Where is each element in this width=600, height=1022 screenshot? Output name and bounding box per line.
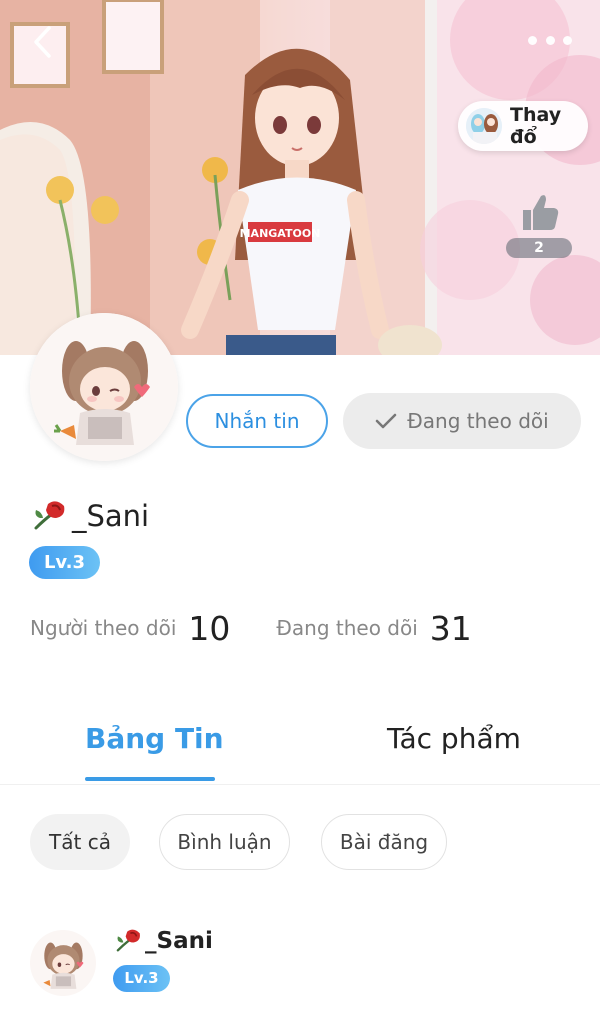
banner-illustration: MANGATOON [0,0,600,355]
shirt-logo: MANGATOON [240,227,321,240]
change-outfit-button[interactable]: Thay đổ [458,101,588,151]
following-button-label: Đang theo dõi [407,409,549,433]
message-button[interactable]: Nhắn tin [186,394,328,448]
profile-avatar[interactable] [30,313,178,461]
more-dot [563,35,572,45]
back-button[interactable] [22,22,62,62]
post-author-row[interactable]: _Sani [113,925,213,957]
following-count-label[interactable]: Đang theo dõi [276,616,417,640]
username: _Sani [72,499,150,533]
more-dot [545,35,555,45]
more-dot [528,35,537,45]
post-author-avatar[interactable] [30,930,96,996]
rose-icon [116,929,140,952]
following-button[interactable]: Đang theo dõi [343,393,581,449]
change-outfit-label: Thay đổ [510,104,562,148]
level-badge: Lv.3 [29,546,100,579]
tab-feed[interactable]: Bảng Tin [85,722,224,755]
like-button[interactable]: 2 [506,190,572,260]
follow-stats: Người theo dõi 10 Đang theo dõi 31 [30,606,472,650]
thumbs-up-icon [523,195,559,230]
outfit-preview-icon [466,108,502,144]
like-count: 2 [506,238,572,258]
avatar-illustration [30,930,96,996]
followers-count[interactable]: 10 [188,609,230,648]
more-options-button[interactable] [528,28,572,52]
following-count[interactable]: 31 [430,609,472,648]
tabs-divider [0,784,600,785]
profile-banner: MANGATOON Thay đổ 2 [0,0,600,355]
username-row: _Sani [30,495,149,537]
tab-works[interactable]: Tác phẩm [387,722,521,755]
filter-chip-all[interactable]: Tất cả [30,814,130,870]
checkmark-icon [376,413,397,429]
post-author-level-badge: Lv.3 [113,965,170,992]
rose-icon [34,501,65,530]
active-tab-indicator [85,777,215,781]
chevron-left-icon [34,26,51,58]
avatar-illustration [30,313,178,461]
followers-label[interactable]: Người theo dõi [30,616,176,640]
filter-chip-posts[interactable]: Bài đăng [321,814,447,870]
filter-chip-comments[interactable]: Bình luận [159,814,290,870]
post-author-name: _Sani [145,928,213,954]
